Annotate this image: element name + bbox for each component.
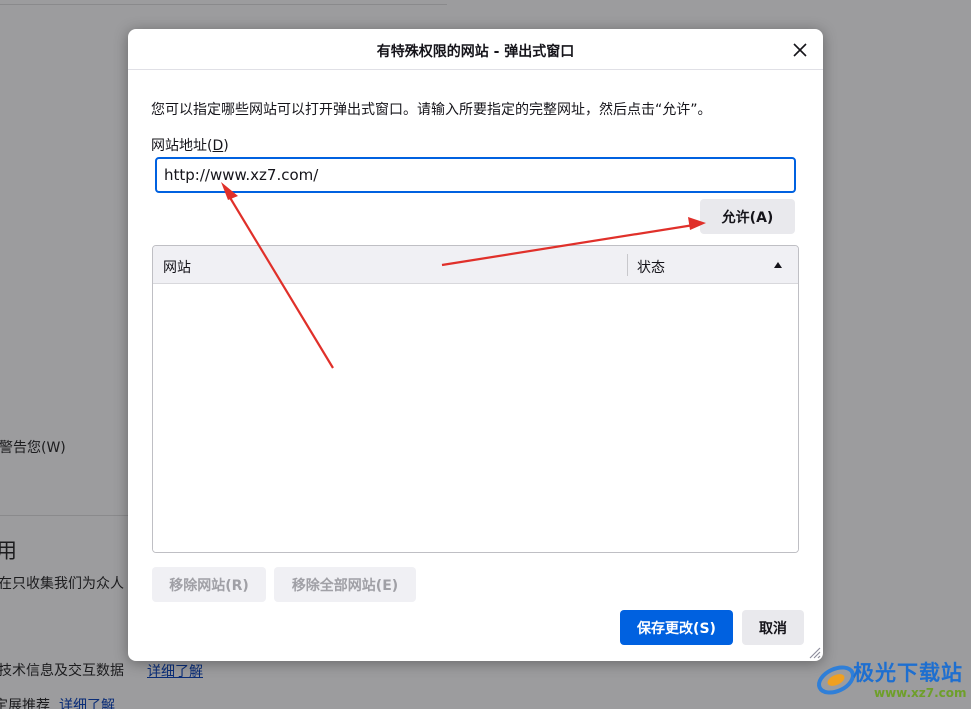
table-header: 网站 状态 — [153, 246, 798, 284]
background-text: 在只收集我们为众人 — [0, 576, 124, 592]
dialog-description: 您可以指定哪些网站可以打开弹出式窗口。请输入所要指定的完整网址，然后点击“允许”… — [151, 102, 712, 118]
sort-ascending-icon[interactable] — [773, 261, 783, 269]
background-heading: 用 — [0, 539, 17, 563]
address-label: 网站地址(D) — [151, 135, 229, 155]
table-body[interactable] — [153, 284, 798, 552]
remove-site-button[interactable]: 移除网站(R) — [152, 567, 266, 602]
column-header-status[interactable]: 状态 — [637, 257, 665, 277]
address-label-accesskey: D — [212, 138, 224, 154]
background-divider — [0, 4, 447, 5]
learn-more-link[interactable]: 详细了解 — [59, 695, 115, 709]
dialog-title: 有特殊权限的网站 - 弹出式窗口 — [376, 44, 575, 60]
learn-more-link[interactable]: 详细了解 — [147, 661, 203, 681]
column-header-site[interactable]: 网站 — [163, 257, 191, 277]
address-label-text: 网站地址( — [151, 138, 213, 154]
background-text: 技术信息及交互数据 — [0, 663, 124, 679]
sites-table: 网站 状态 — [152, 245, 799, 553]
column-separator[interactable] — [627, 254, 628, 276]
close-icon — [793, 43, 807, 57]
remove-all-sites-button[interactable]: 移除全部网站(E) — [274, 567, 416, 602]
address-label-end: ) — [223, 138, 229, 154]
dialog-header: 有特殊权限的网站 - 弹出式窗口 — [128, 29, 823, 70]
allow-button[interactable]: 允许(A) — [700, 199, 795, 234]
website-address-input[interactable] — [155, 157, 796, 193]
cancel-button[interactable]: 取消 — [742, 610, 804, 645]
save-changes-button[interactable]: 保存更改(S) — [620, 610, 733, 645]
watermark-title: 极光下载站 — [853, 661, 963, 685]
watermark-url: www.xz7.com — [874, 686, 967, 700]
popup-permissions-dialog: 有特殊权限的网站 - 弹出式窗口 您可以指定哪些网站可以打开弹出式窗口。请输入所… — [128, 29, 823, 661]
background-text: 定展推荐 — [0, 698, 50, 709]
close-button[interactable] — [787, 37, 813, 63]
background-divider — [0, 515, 130, 516]
background-text: 警告您(W) — [0, 440, 66, 456]
